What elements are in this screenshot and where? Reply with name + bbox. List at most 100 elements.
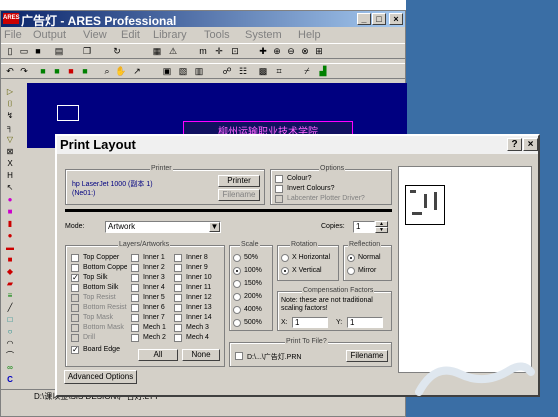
origin-icon[interactable]: ⚠ (167, 46, 179, 57)
block-move-icon[interactable]: ■ (51, 66, 63, 77)
scale-100-radio[interactable] (233, 267, 241, 275)
marker-icon[interactable]: ≡ (5, 291, 15, 300)
layer-mech-4-checkbox[interactable] (174, 334, 182, 342)
maximize-button[interactable]: □ (372, 13, 386, 25)
invert-colours-checkbox[interactable] (275, 185, 283, 193)
pad-stack-icon[interactable]: ▰ (5, 279, 15, 288)
pad-edge-icon[interactable]: ● (5, 231, 15, 240)
layer-top-copper-checkbox[interactable] (71, 254, 79, 262)
h-icon[interactable]: H (5, 171, 15, 180)
package-icon[interactable]: ▣ (161, 66, 173, 77)
minimize-button[interactable]: _ (357, 13, 371, 25)
menu-library[interactable]: Library (153, 29, 187, 41)
mode-dropdown-icon[interactable]: ▼ (209, 222, 220, 232)
menu-system[interactable]: System (245, 29, 282, 41)
close-button[interactable]: × (389, 13, 403, 25)
printer-button[interactable]: Printer (218, 175, 260, 187)
layer-bottom-silk-checkbox[interactable] (71, 284, 79, 292)
layer-board-edge-checkbox[interactable]: ✓ (71, 346, 79, 354)
move-icon[interactable]: ✚ (257, 46, 269, 57)
help-button[interactable]: ? (507, 138, 522, 151)
menu-output[interactable]: Output (33, 29, 66, 41)
zone-icon[interactable]: ▽ (5, 135, 15, 144)
scale-150-radio[interactable] (233, 280, 241, 288)
layer-mech-2-checkbox[interactable] (131, 334, 139, 342)
pan-icon[interactable]: ⊡ (229, 46, 241, 57)
circle-icon[interactable]: ○ (5, 327, 15, 336)
pad-smt-icon[interactable]: ▬ (5, 243, 15, 252)
zoom-in-icon[interactable]: ⊕ (271, 46, 283, 57)
refresh-icon[interactable]: ↻ (111, 46, 123, 57)
layer-inner-4-checkbox[interactable] (131, 284, 139, 292)
pad-round-icon[interactable]: ● (5, 195, 15, 204)
ratsnest-icon[interactable]: ⌿ (301, 66, 313, 77)
decompose-icon[interactable]: ▧ (177, 66, 189, 77)
block-copy-icon[interactable]: ■ (37, 66, 49, 77)
text-icon[interactable]: C (5, 375, 15, 384)
copies-down-icon[interactable]: ▼ (375, 227, 388, 233)
menu-view[interactable]: View (83, 29, 107, 41)
layer-inner-5-checkbox[interactable] (131, 294, 139, 302)
layer-bottom-copper-checkbox[interactable] (71, 264, 79, 272)
component-icon[interactable]: ⌷ (5, 99, 15, 108)
layer-inner-7-checkbox[interactable] (131, 314, 139, 322)
layer-mech-1-checkbox[interactable] (131, 324, 139, 332)
new-icon[interactable]: ▯ (4, 46, 16, 57)
layer-inner-14-checkbox[interactable] (174, 314, 182, 322)
connectivity-icon[interactable]: X (5, 159, 15, 168)
zoom-out-icon[interactable]: ⊖ (285, 46, 297, 57)
block-delete-icon[interactable]: ■ (79, 66, 91, 77)
rotation-vertical-radio[interactable] (281, 267, 289, 275)
m-icon[interactable]: m (197, 46, 209, 57)
track-icon[interactable]: ↯ (5, 111, 15, 120)
compensation-x-input[interactable]: 1 (292, 317, 328, 328)
scale-200-radio[interactable] (233, 293, 241, 301)
copies-input[interactable]: 1 (353, 221, 375, 233)
binoculars-icon[interactable]: ☍ (221, 66, 233, 77)
redo-icon[interactable]: ↷ (18, 66, 30, 77)
layer-inner-13-checkbox[interactable] (174, 304, 182, 312)
pad-dil-icon[interactable]: ▮ (5, 219, 15, 228)
print-file-filename-button[interactable]: Filename (346, 350, 388, 362)
dialog-close-button[interactable]: × (523, 138, 538, 151)
rotation-horizontal-radio[interactable] (281, 254, 289, 262)
select-mode-icon[interactable]: ▷ (5, 87, 15, 96)
search-icon[interactable]: ⌕ (101, 66, 113, 77)
zoom-area-icon[interactable]: ⊞ (313, 46, 325, 57)
netlist-icon[interactable]: ▥ (193, 66, 205, 77)
ratsnest-mode-icon[interactable]: ⊠ (5, 147, 15, 156)
symbol-icon[interactable]: ∞ (5, 363, 15, 372)
advanced-options-button[interactable]: Advanced Options (64, 370, 137, 384)
pointer-icon[interactable]: ↖ (5, 183, 15, 192)
pad-polygon-icon[interactable]: ◆ (5, 267, 15, 276)
layer-inner-1-checkbox[interactable] (131, 254, 139, 262)
menu-help[interactable]: Help (298, 29, 321, 41)
cross-icon[interactable]: ✛ (213, 46, 225, 57)
pad-bga-icon[interactable]: ■ (5, 255, 15, 264)
pad-square-icon[interactable]: ■ (5, 207, 15, 216)
copy-icon[interactable]: ❐ (81, 46, 93, 57)
layer-inner-2-checkbox[interactable] (131, 264, 139, 272)
colour-checkbox[interactable] (275, 175, 283, 183)
layer-inner-12-checkbox[interactable] (174, 294, 182, 302)
compensation-y-input[interactable]: 1 (347, 317, 383, 328)
layer-inner-10-checkbox[interactable] (174, 274, 182, 282)
undo-icon[interactable]: ↶ (4, 66, 16, 77)
zoom-all-icon[interactable]: ⊗ (299, 46, 311, 57)
drc-icon[interactable]: ▩ (257, 66, 269, 77)
line-icon[interactable]: ╱ (5, 303, 15, 312)
print-to-file-checkbox[interactable] (235, 352, 243, 360)
route-icon[interactable]: ↗ (131, 66, 143, 77)
print-icon[interactable]: ▤ (53, 46, 65, 57)
layer-inner-8-checkbox[interactable] (174, 254, 182, 262)
path-icon[interactable]: ⌒ (5, 351, 15, 360)
save-icon[interactable]: ■ (32, 46, 44, 57)
autoroute-icon[interactable]: ⌗ (273, 66, 285, 77)
chart-icon[interactable]: ▟ (317, 66, 329, 77)
menu-file[interactable]: File (4, 29, 22, 41)
scale-500-radio[interactable] (233, 319, 241, 327)
scale-400-radio[interactable] (233, 306, 241, 314)
box-icon[interactable]: □ (5, 315, 15, 324)
layer-top-silk-checkbox[interactable]: ✓ (71, 274, 79, 282)
layer-inner-9-checkbox[interactable] (174, 264, 182, 272)
